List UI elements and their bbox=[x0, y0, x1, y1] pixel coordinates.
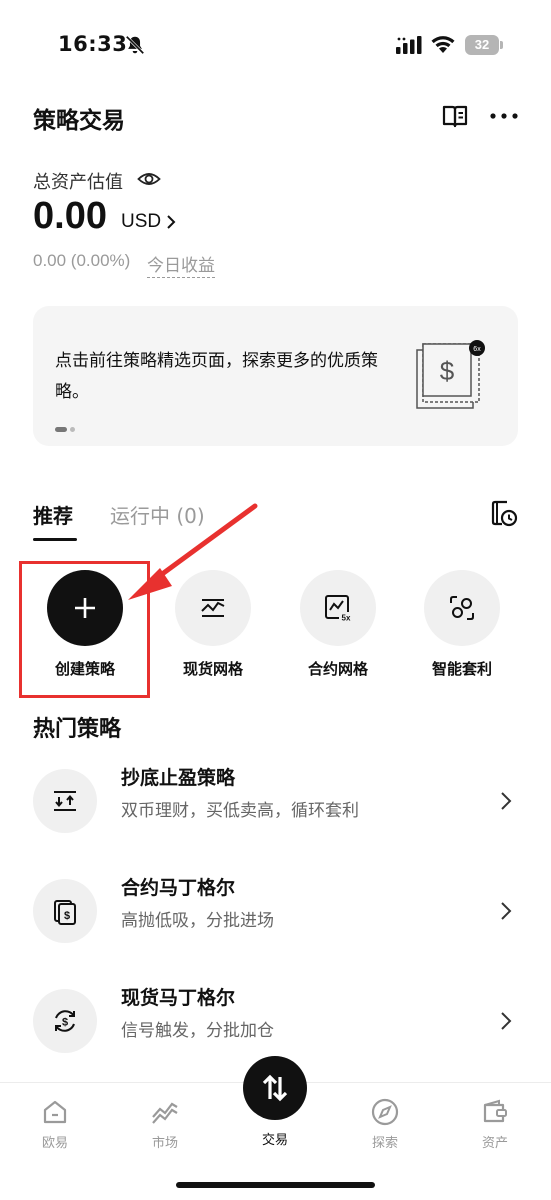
bell-off-icon bbox=[125, 35, 145, 55]
currency-unit[interactable]: USD bbox=[121, 211, 161, 233]
nav-market-label: 市场 bbox=[151, 1136, 178, 1151]
svg-text:$: $ bbox=[440, 356, 455, 386]
carousel-dots bbox=[55, 427, 85, 433]
strategy-desc: 高抛低吸，分批进场 bbox=[121, 911, 274, 931]
home-icon bbox=[43, 1100, 67, 1124]
strategy-title: 抄底止盈策略 bbox=[121, 767, 236, 789]
nav-assets[interactable]: 资产 bbox=[455, 1097, 535, 1151]
buy-low-icon bbox=[54, 791, 76, 811]
smart-arbitrage-label: 智能套利 bbox=[431, 660, 492, 678]
trade-fab[interactable] bbox=[243, 1056, 307, 1120]
history-icon[interactable] bbox=[489, 498, 519, 528]
page-title: 策略交易 bbox=[33, 108, 125, 134]
futures-grid-button[interactable]: 5x 合约网格 bbox=[283, 570, 393, 690]
market-icon bbox=[152, 1102, 178, 1124]
smart-arbitrage-button[interactable]: 智能套利 bbox=[407, 570, 517, 690]
nav-home[interactable]: 欧易 bbox=[15, 1097, 95, 1151]
leverage-grid-icon: 5x bbox=[325, 595, 353, 623]
tab-recommended[interactable]: 推荐 bbox=[33, 500, 73, 529]
strategy-card-illustration: $ 6x bbox=[416, 340, 485, 409]
nav-trade-label: 交易 bbox=[261, 1133, 288, 1148]
trade-icon bbox=[262, 1074, 288, 1102]
eye-icon[interactable] bbox=[137, 168, 161, 190]
battery-icon: 32 bbox=[465, 35, 503, 55]
status-time: 16:33 bbox=[58, 32, 128, 56]
nav-home-label: 欧易 bbox=[41, 1136, 68, 1151]
nav-market[interactable]: 市场 bbox=[125, 1097, 205, 1151]
book-icon[interactable] bbox=[441, 102, 469, 130]
strategy-title: 现货马丁格尔 bbox=[121, 987, 236, 1009]
chevron-right-icon bbox=[501, 902, 512, 920]
strategy-title: 合约马丁格尔 bbox=[121, 877, 236, 899]
tab-underline bbox=[33, 538, 77, 541]
arrow-annotation bbox=[128, 503, 258, 600]
leverage-badge: 5x bbox=[342, 614, 351, 623]
promo-banner[interactable]: 点击前往策略精选页面，探索更多的优质策略。 $ 6x bbox=[33, 306, 518, 446]
strategy-desc: 信号触发，分批加仓 bbox=[121, 1021, 274, 1041]
strategy-item[interactable]: 抄底止盈策略 双币理财，买低卖高，循环套利 bbox=[33, 767, 518, 859]
status-bar: 16:33 32 bbox=[0, 0, 551, 90]
svg-text:$: $ bbox=[62, 1017, 68, 1029]
futures-grid-label: 合约网格 bbox=[307, 660, 368, 678]
chevron-right-icon bbox=[501, 1012, 512, 1030]
total-assets-value[interactable]: 0.00 bbox=[33, 195, 107, 238]
signal-icon bbox=[396, 36, 422, 54]
asset-change: 0.00 (0.00%) bbox=[33, 251, 131, 270]
spot-grid-label: 现货网格 bbox=[182, 660, 243, 678]
chevron-right-icon bbox=[501, 792, 512, 810]
spot-martingale-icon: $ bbox=[55, 1010, 75, 1032]
banner-badge: 6x bbox=[473, 346, 481, 353]
futures-martingale-icon: $ bbox=[54, 900, 76, 925]
nav-explore[interactable]: 探索 bbox=[345, 1097, 425, 1151]
total-assets-label: 总资产估值 bbox=[33, 172, 123, 193]
banner-text: 点击前往策略精选页面，探索更多的优质策略。 bbox=[55, 351, 378, 402]
nav-explore-label: 探索 bbox=[371, 1136, 398, 1151]
arbitrage-icon bbox=[450, 596, 474, 620]
svg-text:$: $ bbox=[64, 910, 70, 922]
strategy-desc: 双币理财，买低卖高，循环套利 bbox=[121, 801, 359, 821]
battery-level: 32 bbox=[465, 35, 499, 55]
chevron-right-icon[interactable] bbox=[164, 212, 178, 232]
more-icon[interactable] bbox=[488, 102, 520, 130]
wallet-icon bbox=[483, 1099, 507, 1123]
nav-trade[interactable]: 交易 bbox=[235, 1056, 315, 1148]
strategy-item[interactable]: $ 合约马丁格尔 高抛低吸，分批进场 bbox=[33, 877, 518, 969]
wifi-icon bbox=[431, 36, 455, 53]
today-earnings-label[interactable]: 今日收益 bbox=[147, 251, 215, 278]
hot-strategies-title: 热门策略 bbox=[33, 717, 122, 742]
nav-assets-label: 资产 bbox=[481, 1136, 508, 1151]
compass-icon bbox=[371, 1098, 399, 1126]
home-indicator bbox=[176, 1182, 375, 1188]
